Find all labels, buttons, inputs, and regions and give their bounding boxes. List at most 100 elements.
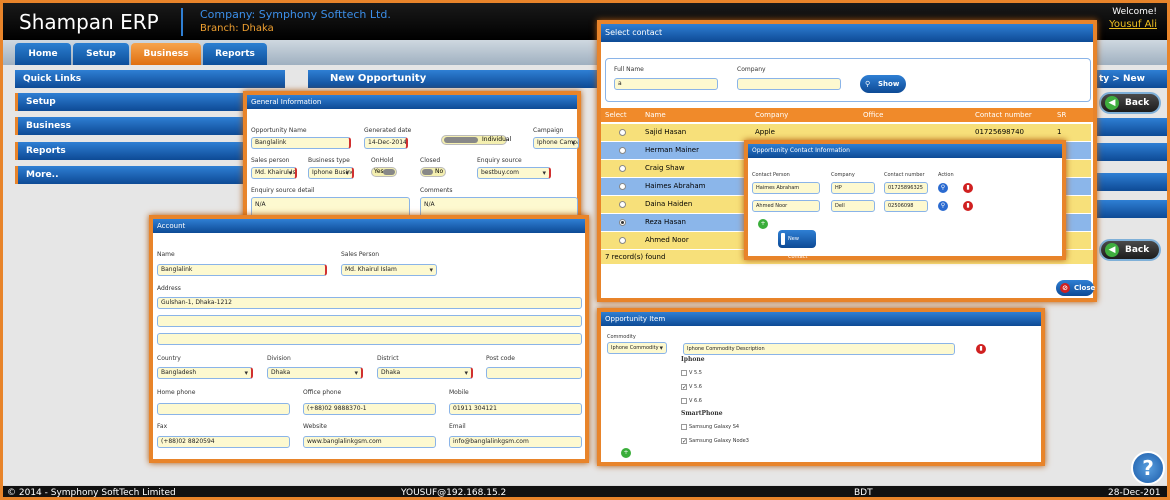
- commodity-select[interactable]: Iphone Commodity: [607, 342, 667, 354]
- delete-icon[interactable]: ▮: [963, 183, 973, 193]
- search-icon[interactable]: ⚲: [938, 183, 948, 193]
- email-field[interactable]: info@banglalinkgsm.com: [449, 436, 582, 448]
- section-bar: [1095, 173, 1167, 191]
- checkbox[interactable]: [681, 398, 687, 404]
- district-select[interactable]: Dhaka: [377, 367, 473, 379]
- tab-business[interactable]: Business: [131, 43, 201, 65]
- back-button[interactable]: ◀ Back: [1099, 239, 1161, 261]
- close-label: Close: [1074, 284, 1096, 292]
- fax-field[interactable]: (+88)02 8820594: [157, 436, 290, 448]
- sales-person-select[interactable]: Md. Khairul Islam: [341, 264, 437, 276]
- homephone-label: Home phone: [157, 389, 196, 396]
- commodity-description[interactable]: Iphone Commodity Description: [683, 343, 955, 355]
- checkbox[interactable]: ✓: [681, 438, 687, 445]
- row-radio[interactable]: [619, 147, 626, 154]
- checkbox[interactable]: ✓: [681, 384, 687, 391]
- delete-icon[interactable]: ▮: [976, 344, 986, 354]
- sales-person-label: Sales Person: [341, 251, 380, 258]
- gen-date-field[interactable]: 14-Dec-2014: [364, 137, 408, 149]
- delete-icon[interactable]: ▮: [963, 201, 973, 211]
- website-field[interactable]: www.banglalinkgsm.com: [303, 436, 436, 448]
- contact-number-field[interactable]: 01725896325: [884, 182, 928, 194]
- individual-toggle[interactable]: Individual: [441, 135, 511, 145]
- closed-value: No: [435, 168, 444, 175]
- table-row[interactable]: Sajid Hasan Apple 01725698740 1: [601, 124, 1091, 141]
- close-button[interactable]: ⊘ Close: [1056, 280, 1096, 296]
- campaign-select[interactable]: Iphone Campaign: [533, 137, 579, 149]
- add-icon[interactable]: +: [621, 448, 631, 458]
- currency: BDT: [854, 488, 873, 498]
- tab-home[interactable]: Home: [15, 43, 71, 65]
- add-icon[interactable]: +: [758, 219, 768, 229]
- row-radio[interactable]: [619, 129, 626, 136]
- row-radio[interactable]: [619, 201, 626, 208]
- closed-toggle[interactable]: No: [420, 167, 446, 177]
- email-label: Email: [449, 423, 466, 430]
- search-icon[interactable]: ⚲: [938, 201, 948, 211]
- opp-name-field[interactable]: Banglalink: [251, 137, 351, 149]
- user-ip: YOUSUF@192.168.15.2: [401, 488, 507, 498]
- row-name: Craig Shaw: [645, 164, 685, 172]
- row-radio[interactable]: [619, 183, 626, 190]
- division-select[interactable]: Dhaka: [267, 367, 363, 379]
- country-select[interactable]: Bangladesh: [157, 367, 253, 379]
- row-contact: 01725698740: [975, 128, 1024, 136]
- toggle-knob: [444, 137, 478, 143]
- checkbox[interactable]: [681, 424, 687, 430]
- search-icon: ⚲: [865, 80, 871, 88]
- homephone-field[interactable]: [157, 403, 290, 415]
- panel-title: Opportunity Item: [601, 312, 1041, 326]
- col-contact-number: Contact number: [884, 172, 925, 178]
- fullname-field[interactable]: a: [614, 78, 718, 90]
- btype-select[interactable]: Iphone Business: [308, 167, 354, 179]
- back-button[interactable]: ◀ Back: [1099, 92, 1161, 114]
- option-label: V 5.5: [689, 370, 702, 376]
- row-radio[interactable]: [619, 237, 626, 244]
- company-label: Company: [737, 66, 766, 73]
- btype-label: Business type: [308, 157, 350, 164]
- new-contact-label: New Contact: [788, 236, 808, 260]
- app-window: Shampan ERP Company: Symphony Softtech L…: [0, 0, 1170, 500]
- row-name: Reza Hasan: [645, 218, 686, 226]
- copyright: © 2014 - Symphony SoftTech Limited: [7, 488, 176, 498]
- toggle-knob: [422, 169, 433, 175]
- footer-bar: © 2014 - Symphony SoftTech Limited YOUSU…: [3, 486, 1167, 498]
- tab-reports[interactable]: Reports: [203, 43, 267, 65]
- checkbox[interactable]: [681, 370, 687, 376]
- opp-name-label: Opportunity Name: [251, 127, 307, 134]
- esource-select[interactable]: bestbuy.com: [477, 167, 551, 179]
- address-line3[interactable]: [157, 333, 582, 345]
- row-radio[interactable]: [619, 165, 626, 172]
- col-sr: SR: [1057, 111, 1067, 119]
- officephone-field[interactable]: (+88)02 9888370-1: [303, 403, 436, 415]
- panel-title: Account: [153, 219, 585, 233]
- contact-person-field[interactable]: Ahmed Noor: [752, 200, 820, 212]
- dialog-title: Select contact: [601, 24, 1093, 42]
- group-smartphone: SmartPhone: [681, 410, 723, 417]
- help-icon[interactable]: ?: [1131, 451, 1165, 485]
- postcode-field[interactable]: [486, 367, 582, 379]
- row-radio[interactable]: [619, 219, 626, 226]
- company-field[interactable]: [737, 78, 841, 90]
- new-contact-button[interactable]: New Contact: [778, 230, 816, 260]
- col-name: Name: [645, 111, 666, 119]
- close-icon: ⊘: [1060, 283, 1070, 293]
- row-name: Daina Haiden: [645, 200, 693, 208]
- address-line2[interactable]: [157, 315, 582, 327]
- onhold-toggle[interactable]: Yes: [371, 167, 397, 177]
- option-label: Samsung Galaxy Node3: [689, 438, 749, 444]
- user-link[interactable]: Yousuf Ali: [1109, 19, 1157, 30]
- contact-number-field[interactable]: 02506098: [884, 200, 928, 212]
- contact-company-field[interactable]: HP: [831, 182, 875, 194]
- show-button[interactable]: ⚲ Show: [860, 75, 906, 93]
- postcode-label: Post code: [486, 355, 515, 362]
- tab-setup[interactable]: Setup: [73, 43, 129, 65]
- sales-select[interactable]: Md. Khairul Islam: [251, 167, 297, 179]
- gen-date-label: Generated date: [364, 127, 412, 134]
- mobile-field[interactable]: 01911 304121: [449, 403, 582, 415]
- name-field[interactable]: Banglalink: [157, 264, 327, 276]
- address-line1[interactable]: Gulshan-1, Dhaka-1212: [157, 297, 582, 309]
- esdetail-label: Enquiry source detail: [251, 187, 315, 194]
- contact-company-field[interactable]: Dell: [831, 200, 875, 212]
- contact-person-field[interactable]: Haimes Abraham: [752, 182, 820, 194]
